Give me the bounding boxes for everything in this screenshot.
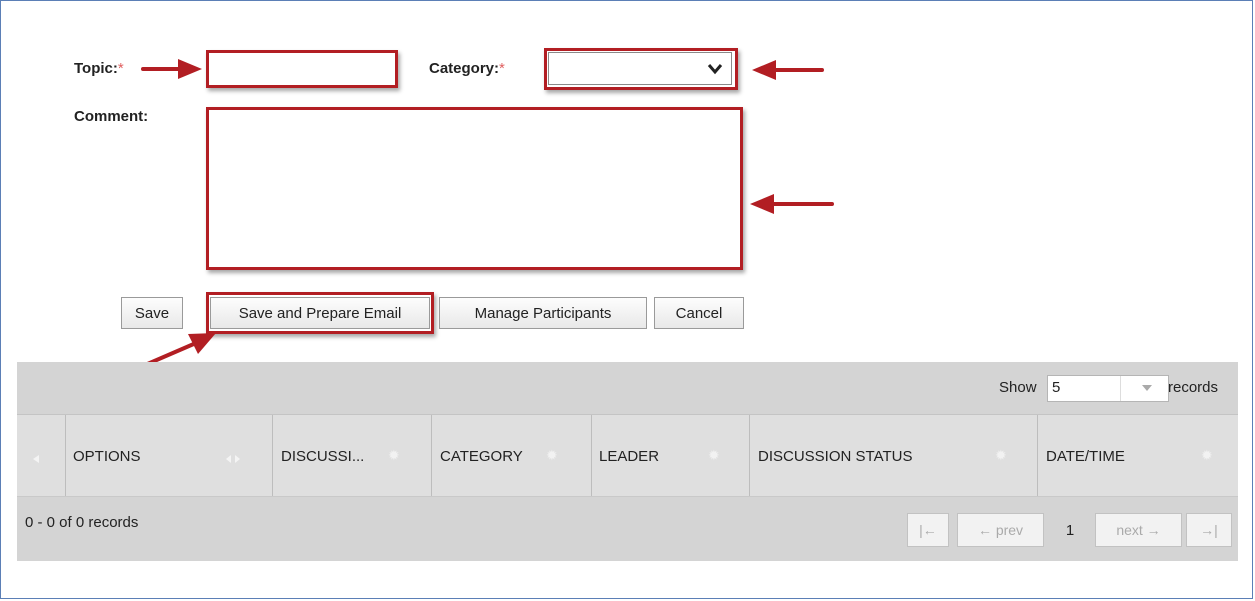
column-label-category: CATEGORY: [440, 447, 523, 465]
category-label: Category:*: [429, 60, 505, 77]
sort-icon: [33, 455, 39, 463]
record-summary: 0 - 0 of 0 records: [25, 514, 139, 531]
category-label-text: Category:: [429, 60, 500, 77]
comment-highlight-box: [206, 107, 743, 270]
column-label-options: OPTIONS: [73, 447, 141, 465]
next-page-button[interactable]: next →: [1095, 513, 1182, 547]
records-label: records: [1168, 379, 1219, 396]
column-label-discussion: DISCUSSI...: [281, 447, 365, 465]
arrow-annotation-comment: [750, 194, 834, 214]
category-required-marker: *: [499, 60, 505, 77]
column-header-options[interactable]: OPTIONS: [66, 415, 273, 497]
gear-icon[interactable]: ✹: [388, 447, 400, 464]
category-highlight-box: [544, 48, 738, 90]
show-label: Show: [999, 379, 1037, 396]
topic-label: Topic:*: [74, 60, 124, 77]
gear-icon[interactable]: ✹: [708, 447, 720, 464]
column-header-category[interactable]: CATEGORY ✹: [432, 415, 592, 497]
arrow-annotation-topic: [141, 59, 202, 79]
topic-label-text: Topic:: [74, 60, 118, 77]
prev-page-button[interactable]: ← prev: [957, 513, 1044, 547]
grid-toolbar: Show 5 records: [17, 362, 1238, 414]
cancel-button[interactable]: Cancel: [654, 297, 744, 329]
page-size-value: 5: [1052, 379, 1061, 396]
column-label-leader: LEADER: [599, 447, 660, 465]
page-size-divider: [1120, 376, 1121, 401]
comment-label: Comment:: [74, 108, 149, 125]
column-label-discussion-status: DISCUSSION STATUS: [758, 447, 913, 465]
column-header-datetime[interactable]: DATE/TIME ✹: [1038, 415, 1238, 497]
save-email-highlight-box: [206, 292, 434, 334]
grid-header: OPTIONS DISCUSSI... ✹ CATEGORY ✹ LEADER …: [17, 414, 1238, 497]
gear-icon[interactable]: ✹: [546, 447, 558, 464]
resize-arrows-icon: [226, 455, 240, 463]
gear-icon[interactable]: ✹: [1201, 447, 1213, 464]
topic-required-marker: *: [117, 60, 124, 77]
save-button[interactable]: Save: [121, 297, 183, 329]
arrow-annotation-category: [752, 60, 824, 80]
manage-participants-button[interactable]: Manage Participants: [439, 297, 647, 329]
column-sort-toggle[interactable]: [17, 415, 66, 497]
page-size-select[interactable]: 5: [1047, 375, 1169, 402]
last-page-button[interactable]: →|: [1186, 513, 1232, 547]
column-header-discussion[interactable]: DISCUSSI... ✹: [273, 415, 432, 497]
dropdown-triangle-icon: [1142, 385, 1152, 391]
topic-highlight-box: [206, 50, 398, 88]
current-page-number: 1: [1065, 521, 1075, 539]
first-page-button[interactable]: |←: [907, 513, 949, 547]
column-header-leader[interactable]: LEADER ✹: [592, 415, 750, 497]
column-header-discussion-status[interactable]: DISCUSSION STATUS ✹: [750, 415, 1038, 497]
column-label-datetime: DATE/TIME: [1046, 447, 1125, 465]
gear-icon[interactable]: ✹: [995, 447, 1007, 464]
